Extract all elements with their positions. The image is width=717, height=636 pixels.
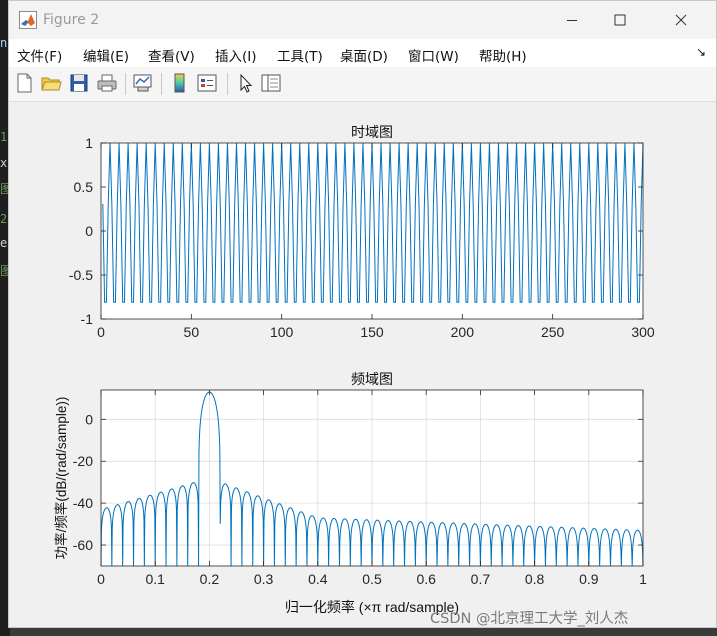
menu-insert[interactable]: 插入(I) [215,45,257,65]
y-tick-label: -0.5 [69,267,93,283]
figure-toolbar [9,67,716,102]
property-inspector-icon[interactable] [260,72,282,94]
x-tick-label: 300 [631,324,655,340]
menu-view[interactable]: 查看(V) [148,45,195,65]
watermark: CSDN @北京理工大学_刘人杰 [430,611,629,627]
y-tick-label: 0 [85,223,93,239]
minimize-icon [567,20,577,21]
toolbar-separator [227,73,228,95]
time-domain-title: 时域图 [351,125,393,141]
x-tick-label: 0.5 [362,571,382,587]
y-tick-label: 1 [85,135,93,151]
x-tick-label: 0.9 [579,571,599,587]
x-tick-label: 250 [541,324,565,340]
close-icon [675,14,687,26]
y-tick-label: 0.5 [74,179,94,195]
y-tick-label: 0 [85,411,93,427]
x-tick-label: 0.2 [200,571,220,587]
menu-window[interactable]: 窗口(W) [408,45,459,65]
maximize-button[interactable] [605,7,635,33]
window-title: Figure 2 [43,12,100,28]
figure-window: Figure 2 文件(F) 编辑(E) 查看(V) 插入(I) 工具(T) 桌… [8,0,717,628]
x-tick-label: 0.1 [145,571,165,587]
insert-legend-icon[interactable] [196,72,218,94]
plot-area [101,143,643,319]
y-tick-label: -1 [81,311,94,327]
menu-desktop[interactable]: 桌面(D) [340,45,388,65]
save-icon[interactable] [68,72,90,94]
x-tick-label: 0.3 [254,571,274,587]
y-tick-label: -60 [73,537,93,553]
link-plot-icon[interactable] [132,72,154,94]
time-domain-axes[interactable]: 0 50 100 150 200 250 300 -1 -0.5 0 0.5 1 时域图 [69,125,655,340]
y-tick-label: -40 [73,495,93,511]
title-bar[interactable]: Figure 2 [9,1,716,39]
matlab-logo-icon [19,11,37,29]
menu-file[interactable]: 文件(F) [17,45,62,65]
x-tick-label: 0.7 [471,571,491,587]
background-code-line: n [0,36,8,50]
x-tick-label: 1 [639,571,647,587]
x-tick-label: 50 [184,324,200,340]
frequency-domain-ylabel: 功率/频率(dB/(rad/sample)) [53,397,69,560]
x-tick-label: 0.4 [308,571,328,587]
x-tick-label: 0.8 [525,571,545,587]
x-tick-label: 0.6 [416,571,436,587]
close-button[interactable] [666,7,696,33]
menu-overflow-arrow-icon[interactable]: ↘ [696,45,706,59]
pointer-icon[interactable] [234,72,256,94]
insert-colorbar-icon[interactable] [169,72,191,94]
x-tick-label: 0 [97,571,105,587]
menu-edit[interactable]: 编辑(E) [83,45,129,65]
frequency-domain-axes[interactable]: 0 0.1 0.2 0.3 0.4 0.5 0.6 0.7 0.8 0.9 1-60-40-200 … [53,372,647,615]
x-tick-label: 150 [360,324,384,340]
new-figure-icon[interactable] [13,72,35,94]
x-tick-label: 100 [270,324,294,340]
x-tick-label: 200 [451,324,475,340]
toolbar-separator [125,73,126,95]
frequency-domain-title: 频域图 [351,372,393,388]
menu-bar: 文件(F) 编辑(E) 查看(V) 插入(I) 工具(T) 桌面(D) 窗口(W… [9,39,716,67]
y-tick-label: -20 [73,453,93,469]
open-file-icon[interactable] [40,72,62,94]
minimize-button[interactable] [557,7,587,33]
figure-canvas: 0 50 100 150 200 250 300 -1 -0.5 0 0.5 1 时域图 0 0.1 0.… [9,102,716,627]
print-icon[interactable] [96,72,118,94]
maximize-icon [614,14,626,26]
figure-plots: 0 50 100 150 200 250 300 -1 -0.5 0 0.5 1 时域图 0 0.1 0.… [53,125,655,615]
toolbar-separator [161,73,162,95]
x-tick-label: 0 [97,324,105,340]
menu-help[interactable]: 帮助(H) [479,45,527,65]
menu-tools[interactable]: 工具(T) [277,45,323,65]
